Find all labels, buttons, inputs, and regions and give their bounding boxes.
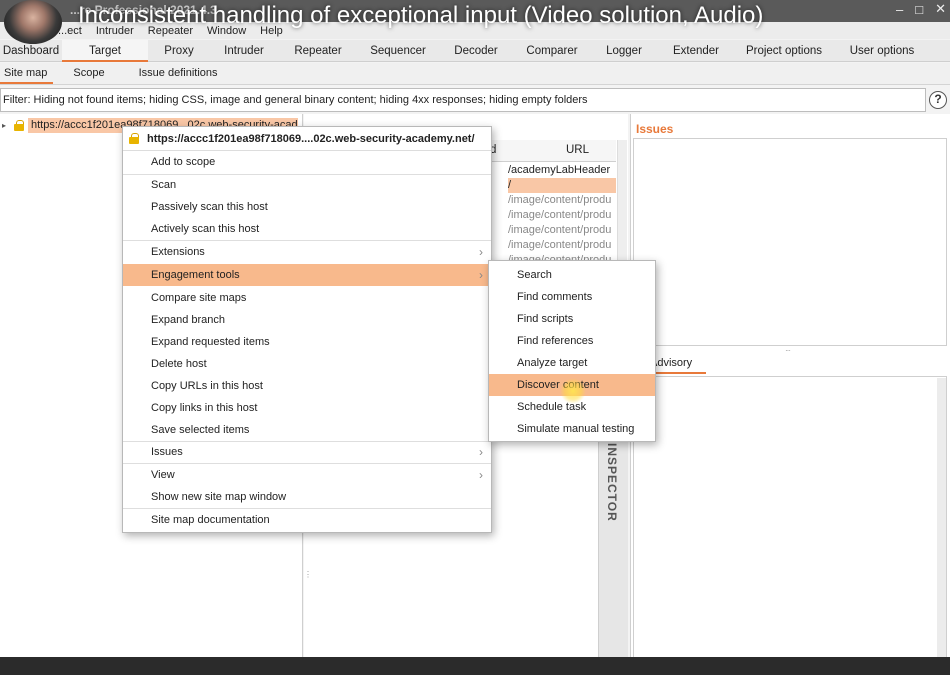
submenu-item-find-scripts[interactable]: Find scripts <box>489 308 655 330</box>
tab-proxy[interactable]: Proxy <box>148 40 210 62</box>
column-header-url[interactable]: URL <box>566 144 589 156</box>
menu-item-label: Issues <box>151 446 183 458</box>
menu-project[interactable]: ...ect <box>58 25 82 37</box>
tab-user-options[interactable]: User options <box>834 40 930 62</box>
chevron-right-icon: › <box>479 445 483 459</box>
window-controls: – □ ✕ <box>896 0 946 18</box>
menu-item-label: View <box>151 469 175 481</box>
submenu-item-find-comments[interactable]: Find comments <box>489 286 655 308</box>
menu-item-view[interactable]: View › <box>123 464 491 486</box>
video-progress-bar[interactable] <box>0 657 950 675</box>
submenu-item-search[interactable]: Search <box>489 264 655 286</box>
menu-item-save-selected[interactable]: Save selected items <box>123 419 491 441</box>
maximize-icon[interactable]: □ <box>915 2 923 17</box>
menu-item-add-to-scope[interactable]: Add to scope <box>123 151 491 173</box>
menu-item-extensions[interactable]: Extensions › <box>123 241 491 263</box>
menu-item-passive-scan[interactable]: Passively scan this host <box>123 196 491 218</box>
menu-item-expand-branch[interactable]: Expand branch <box>123 309 491 331</box>
tab-scope[interactable]: Scope <box>63 63 114 84</box>
menu-item-issues[interactable]: Issues › <box>123 441 491 463</box>
tab-issue-definitions[interactable]: Issue definitions <box>129 63 228 84</box>
pane-divider-handle[interactable]: ··· <box>785 346 791 355</box>
context-menu-header: https://accc1f201ea98f718069....02c.web-… <box>123 127 491 151</box>
menu-repeater[interactable]: Repeater <box>148 25 193 37</box>
submenu-item-simulate-testing[interactable]: Simulate manual testing <box>489 418 655 440</box>
expand-icon[interactable]: ▸ <box>2 121 10 130</box>
menu-item-new-site-map-window[interactable]: Show new site map window <box>123 486 491 508</box>
table-rows: /academyLabHeader / /image/content/produ… <box>508 163 616 268</box>
help-icon[interactable]: ? <box>929 91 947 109</box>
inspector-label: INSPECTOR <box>605 443 619 522</box>
advisory-scrollbar[interactable] <box>937 378 946 658</box>
menu-item-expand-requested[interactable]: Expand requested items <box>123 331 491 353</box>
submenu-item-analyze-target[interactable]: Analyze target <box>489 352 655 374</box>
engagement-tools-submenu: Search Find comments Find scripts Find r… <box>488 260 656 442</box>
tab-logger[interactable]: Logger <box>590 40 658 62</box>
tab-comparer[interactable]: Comparer <box>514 40 590 62</box>
app-title: ...re Professional 2021.4.3 <box>70 3 217 17</box>
cursor-highlight <box>560 378 586 404</box>
lock-icon <box>14 119 24 131</box>
tab-intruder[interactable]: Intruder <box>210 40 278 62</box>
table-row[interactable]: /image/content/produ <box>508 193 616 208</box>
submenu-item-find-references[interactable]: Find references <box>489 330 655 352</box>
tab-sequencer[interactable]: Sequencer <box>358 40 438 62</box>
lock-icon <box>129 133 139 144</box>
minimize-icon[interactable]: – <box>896 2 903 17</box>
menu-item-compare-site-maps[interactable]: Compare site maps <box>123 287 491 309</box>
title-bar: ...re Professional 2021.4.3 – □ ✕ <box>0 0 950 22</box>
chevron-right-icon: › <box>479 468 483 482</box>
tab-target[interactable]: Target <box>62 40 148 62</box>
menu-item-label: Extensions <box>151 246 205 258</box>
menu-window[interactable]: Window <box>207 25 246 37</box>
filter-bar[interactable]: Filter: Hiding not found items; hiding C… <box>0 88 926 112</box>
menu-item-copy-urls[interactable]: Copy URLs in this host <box>123 375 491 397</box>
tab-project-options[interactable]: Project options <box>734 40 834 62</box>
table-scrollbar[interactable] <box>617 140 627 280</box>
menu-item-scan[interactable]: Scan <box>123 174 491 196</box>
tab-extender[interactable]: Extender <box>658 40 734 62</box>
close-icon[interactable]: ✕ <box>935 1 946 17</box>
menu-item-active-scan[interactable]: Actively scan this host <box>123 218 491 240</box>
table-row[interactable]: /academyLabHeader <box>508 163 616 178</box>
menu-bar: ...ect Intruder Repeater Window Help <box>0 22 950 39</box>
issues-title: Issues <box>636 122 674 136</box>
menu-help[interactable]: Help <box>260 25 283 37</box>
menu-item-label: Engagement tools <box>151 269 240 281</box>
menu-item-documentation[interactable]: Site map documentation <box>123 509 491 531</box>
pane-divider-handle[interactable]: ⋮ <box>304 570 312 579</box>
chevron-right-icon: › <box>479 268 483 282</box>
table-row[interactable]: / <box>508 178 616 193</box>
issues-list[interactable] <box>633 138 947 346</box>
table-row[interactable]: /image/content/produ <box>508 238 616 253</box>
burp-window: ...re Professional 2021.4.3 – □ ✕ ...ect… <box>0 0 950 675</box>
menu-item-delete-host[interactable]: Delete host <box>123 353 491 375</box>
table-row[interactable]: /image/content/produ <box>508 208 616 223</box>
menu-intruder[interactable]: Intruder <box>96 25 134 37</box>
advisory-content <box>633 376 947 659</box>
presenter-avatar <box>4 0 62 44</box>
menu-item-copy-links[interactable]: Copy links in this host <box>123 397 491 419</box>
main-tabs: Dashboard Target Proxy Intruder Repeater… <box>0 40 950 62</box>
context-menu-host: https://accc1f201ea98f718069....02c.web-… <box>147 132 475 145</box>
table-row[interactable]: /image/content/produ <box>508 223 616 238</box>
tab-decoder[interactable]: Decoder <box>438 40 514 62</box>
context-menu: https://accc1f201ea98f718069....02c.web-… <box>122 126 492 533</box>
menu-item-engagement-tools[interactable]: Engagement tools › <box>123 264 491 286</box>
chevron-right-icon: › <box>479 245 483 259</box>
sub-tabs: Site map Scope Issue definitions <box>0 63 950 85</box>
tab-repeater[interactable]: Repeater <box>278 40 358 62</box>
tab-site-map[interactable]: Site map <box>0 63 54 84</box>
